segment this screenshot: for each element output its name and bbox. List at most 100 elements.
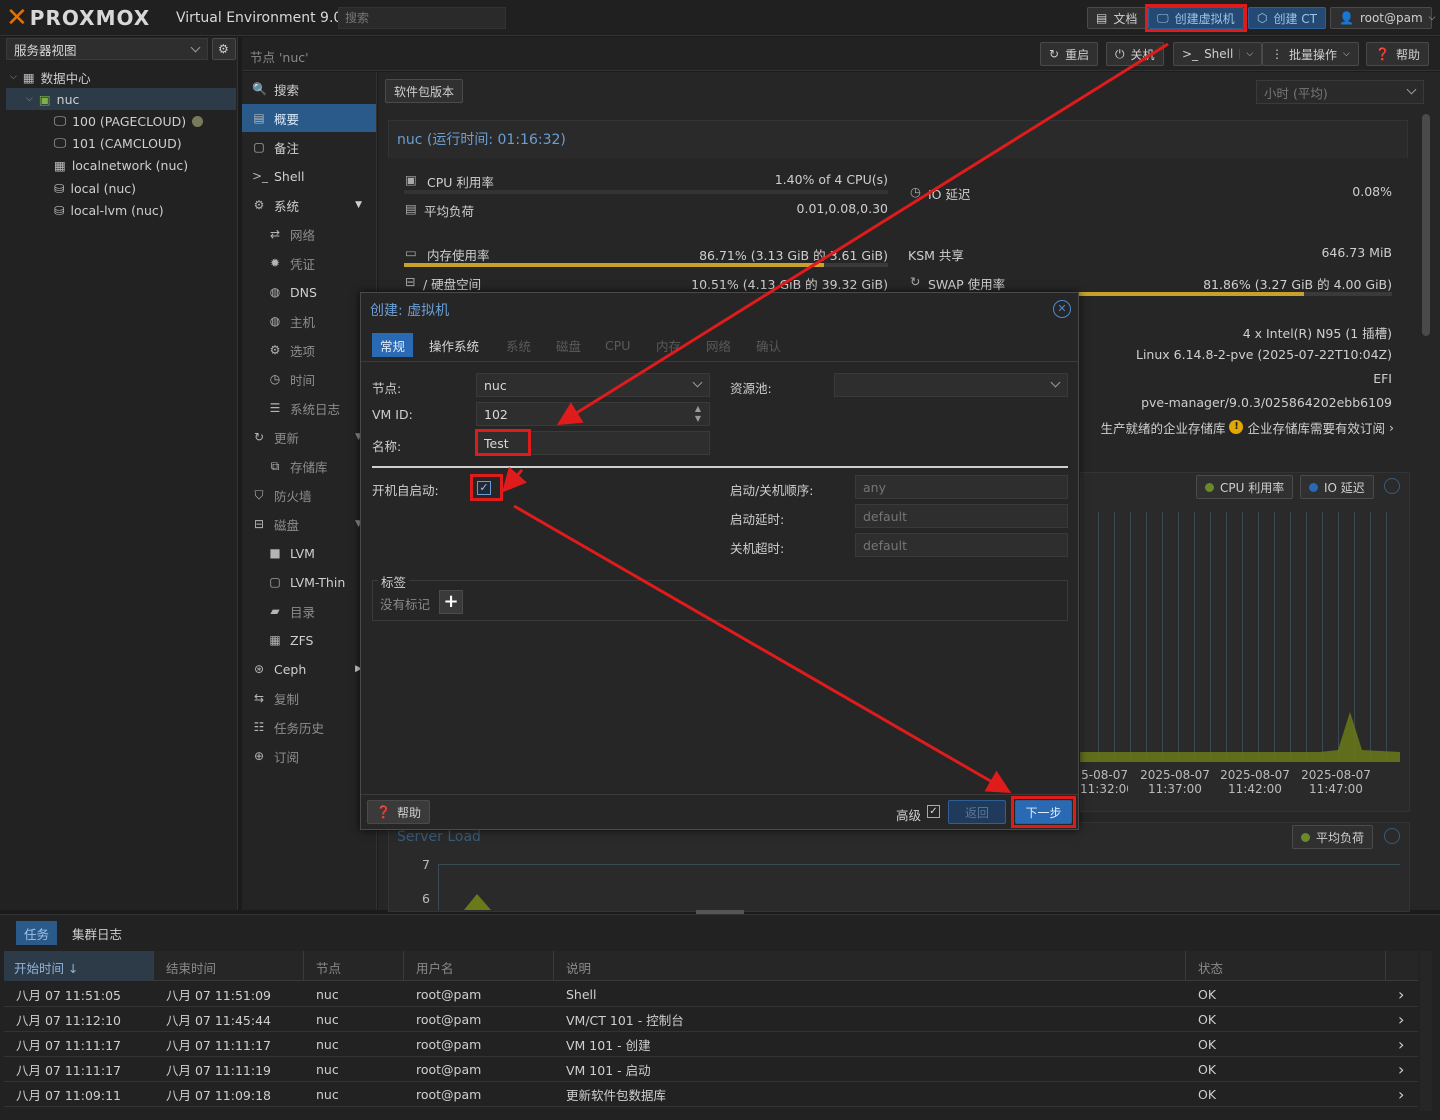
col-status[interactable]: 状态 [1186,951,1386,981]
nav-firewall[interactable]: ⛉ 防火墙 [242,481,376,509]
cpu-legend-item[interactable]: CPU 利用率 [1196,475,1294,499]
table-row[interactable]: 八月 07 11:11:17 八月 07 11:11:19 nuc root@p… [4,1057,1418,1082]
cpu-chart-reset-button[interactable] [1384,478,1400,494]
col-start-time[interactable]: 开始时间 ↓ [4,951,154,981]
nav-replication[interactable]: ⇆ 复制 [242,684,376,712]
timeout-input[interactable] [855,533,1068,557]
nav-subscription[interactable]: ⊕ 订阅 [242,742,376,770]
tab-network[interactable]: 网络 [698,333,739,357]
reboot-button[interactable]: ↻ 重启 [1040,42,1099,66]
tree-item-localnetwork[interactable]: ▦ localnetwork (nuc) [54,154,188,176]
support-icon: ⊕ [253,749,265,763]
col-node[interactable]: 节点 [304,951,404,981]
logo-x-icon: ✕ [6,3,28,33]
nav-ceph[interactable]: ⊛ Ceph ▶ [242,655,376,683]
user-menu-button[interactable]: 👤 root@pam ⌵ [1330,7,1436,29]
bulk-actions-button[interactable]: ⋮ 批量操作 ⌵ [1262,42,1359,66]
tab-os[interactable]: 操作系统 [421,333,487,357]
ellipsis-vertical-icon: ⋮ [1271,47,1283,61]
repo-status[interactable]: 生产就绪的企业存储库 ! 企业存储库需要有效订阅 › [1082,419,1394,436]
create-ct-button[interactable]: ⬡ 创建 CT [1248,7,1327,29]
tree-item-local-lvm[interactable]: ⛁ local-lvm (nuc) [54,199,164,221]
table-row[interactable]: 八月 07 11:09:11 八月 07 11:09:18 nuc root@p… [4,1082,1418,1107]
nav-syslog[interactable]: ☰ 系统日志 [242,394,376,422]
chevron-right-icon[interactable]: › [1398,1035,1404,1054]
tab-system[interactable]: 系统 [498,333,539,357]
nav-lvm-thin[interactable]: ▢ LVM-Thin [242,568,376,596]
chevron-right-icon[interactable]: › [1398,1010,1404,1029]
load-legend-item[interactable]: 平均负荷 [1292,825,1374,849]
nav-network[interactable]: ⇄ 网络 [242,220,376,248]
nav-repositories[interactable]: ⧉ 存储库 [242,452,376,480]
nav-task-history[interactable]: ☷ 任务历史 [242,713,376,741]
terminal-icon: >_ [1182,47,1199,61]
nav-updates[interactable]: ↻ 更新 ▼ [242,423,376,451]
nav-disks[interactable]: ⊟ 磁盘 ▼ [242,510,376,538]
nav-directory[interactable]: ▰ 目录 [242,597,376,625]
proxmox-logo[interactable]: ✕ PROXMOX [6,4,150,32]
tree-item-vm-101[interactable]: 🖵 101 (CAMCLOUD) [54,132,182,154]
back-button[interactable]: 返回 [948,800,1006,824]
nav-summary[interactable]: ▤ 概要 [242,104,376,132]
add-tag-button[interactable]: + [439,590,463,614]
chevron-right-icon[interactable]: › [1398,1085,1404,1104]
nav-hosts[interactable]: ◍ 主机 [242,307,376,335]
col-description[interactable]: 说明 [554,951,1186,981]
help-button[interactable]: ❓ 帮助 [1366,42,1429,66]
table-row[interactable]: 八月 07 11:11:17 八月 07 11:11:17 nuc root@p… [4,1032,1418,1057]
vmid-spinner[interactable]: 102 ▲ ▼ [476,402,710,426]
tab-disks[interactable]: 磁盘 [548,333,589,357]
nav-shell[interactable]: >_ Shell [242,162,376,190]
summary-scrollbar-thumb[interactable] [1422,114,1430,336]
shell-button[interactable]: >_ Shell ⌵ [1173,42,1263,66]
order-input[interactable] [855,475,1068,499]
tab-cluster-log[interactable]: 集群日志 [64,921,130,945]
tree-item-local[interactable]: ⛁ local (nuc) [54,177,136,199]
nav-lvm[interactable]: ■ LVM [242,539,376,567]
chevron-right-icon[interactable]: › [1398,1060,1404,1079]
nav-certificates[interactable]: ✹ 凭证 [242,249,376,277]
node-select[interactable]: nuc [476,373,710,397]
tab-general[interactable]: 常规 [372,333,414,357]
tree-item-vm-100[interactable]: 🖵 100 (PAGECLOUD) [54,110,204,132]
nav-time[interactable]: ◷ 时间 [242,365,376,393]
delay-input[interactable] [855,504,1068,528]
col-user[interactable]: 用户名 [404,951,554,981]
nav-options[interactable]: ⚙ 选项 [242,336,376,364]
nav-system[interactable]: ⚙ 系统 ▼ [242,191,376,219]
timeframe-select[interactable]: 小时 (平均) [1256,80,1424,104]
clock-icon: ◷ [910,184,921,199]
col-end-time[interactable]: 结束时间 [154,951,304,981]
load-chart-reset-button[interactable] [1384,828,1400,844]
io-legend-item[interactable]: IO 延迟 [1300,475,1374,499]
tab-memory[interactable]: 内存 [648,333,689,357]
chevron-right-icon[interactable]: › [1398,985,1404,1004]
task-scrollbar[interactable] [1420,951,1432,1111]
spinner-arrows-icon[interactable]: ▲ ▼ [695,404,701,424]
nav-zfs[interactable]: ▦ ZFS [242,626,376,654]
tree-settings-button[interactable]: ⚙ [212,38,236,60]
advanced-checkbox[interactable]: ✓ [927,805,940,818]
disk-icon: ⊟ [405,274,416,289]
nav-dns[interactable]: ◍ DNS [242,278,376,306]
tab-tasks[interactable]: 任务 [16,921,58,945]
nav-search[interactable]: 🔍 搜索 [242,75,376,103]
dialog-close-button[interactable]: ✕ [1053,300,1071,318]
load-y-tick-6: 6 [422,891,430,906]
summary-scrollbar[interactable] [1420,112,1432,902]
table-row[interactable]: 八月 07 11:51:05 八月 07 11:51:09 nuc root@p… [4,982,1418,1007]
tree-item-datacenter[interactable]: ⌵ ▦ 数据中心 [10,66,91,88]
dialog-help-button[interactable]: ❓ 帮助 [367,800,430,824]
table-row[interactable]: 八月 07 11:12:10 八月 07 11:45:44 nuc root@p… [4,1007,1418,1032]
tree-item-nuc[interactable]: ⌵ ▣ nuc [6,88,236,110]
cube-icon: ⬡ [1257,11,1268,25]
search-input[interactable] [338,7,506,29]
shutdown-button[interactable]: ⏻ 关机 [1106,42,1164,66]
package-versions-button[interactable]: 软件包版本 [385,79,464,103]
nav-notes[interactable]: ▢ 备注 [242,133,376,161]
tab-confirm[interactable]: 确认 [748,333,789,357]
docs-button[interactable]: ▤ 文档 [1087,7,1147,29]
pool-select[interactable] [834,373,1068,397]
tab-cpu[interactable]: CPU [597,333,638,357]
view-select[interactable]: 服务器视图 [6,38,208,60]
